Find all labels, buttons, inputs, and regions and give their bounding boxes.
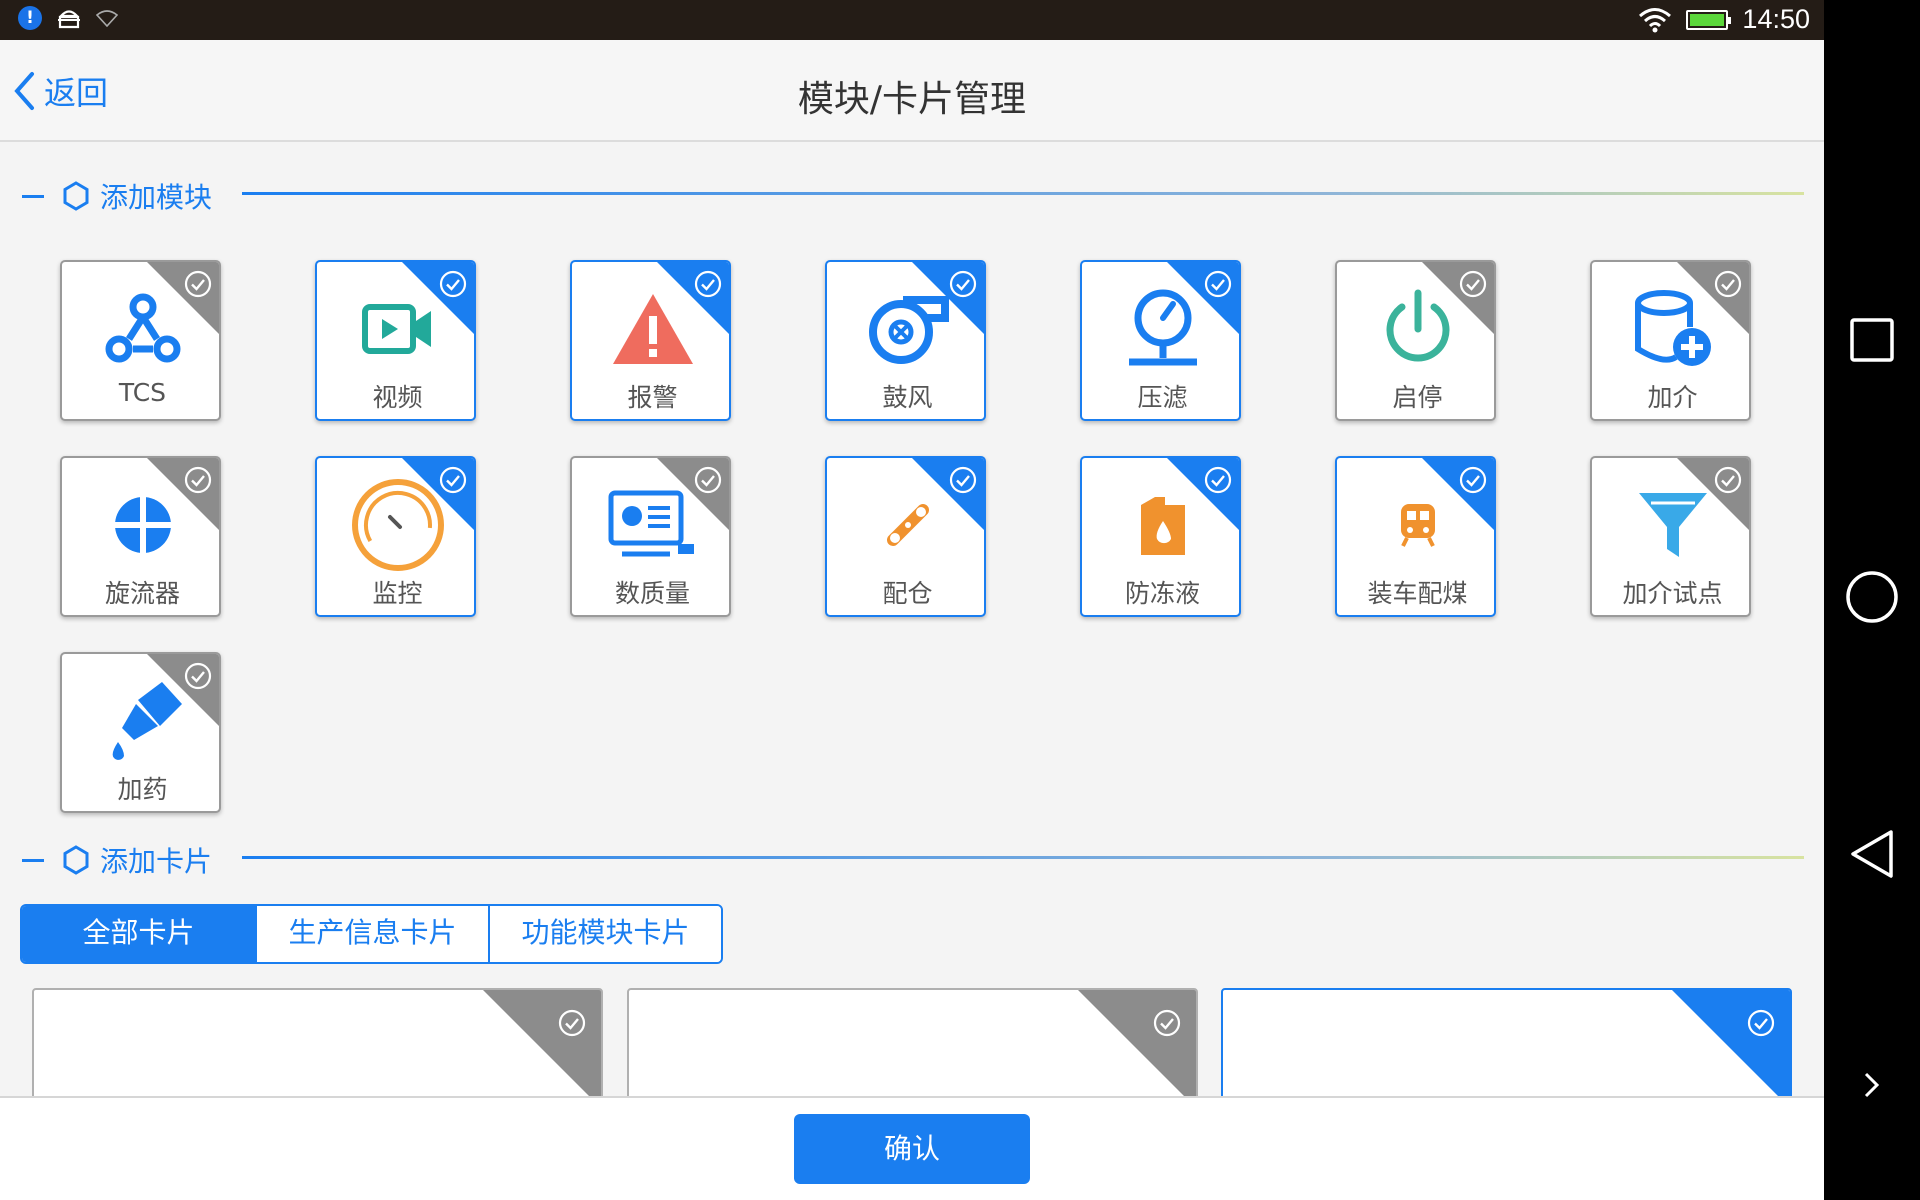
belt-icon: [827, 482, 984, 568]
blower-fan-icon: [827, 286, 984, 372]
check-circle-icon: [557, 1008, 587, 1042]
pressure-gauge-icon: [1082, 286, 1239, 372]
module-tile[interactable]: 鼓风: [825, 260, 986, 421]
module-label: 压滤: [1137, 383, 1188, 412]
module-tile[interactable]: 装车配煤: [1335, 456, 1496, 617]
tab-production-cards[interactable]: 生产信息卡片: [255, 906, 488, 962]
module-tile[interactable]: 加药: [60, 652, 221, 813]
module-label: 配仓: [882, 579, 933, 608]
wifi-icon: [1639, 7, 1672, 32]
module-tile[interactable]: 加介: [1590, 260, 1751, 421]
battery-icon: [1686, 9, 1732, 30]
module-tile[interactable]: 数质量: [570, 456, 731, 617]
system-nav-bar: [1824, 0, 1920, 1200]
module-tile[interactable]: TCS: [60, 260, 221, 421]
module-tile[interactable]: 报警: [570, 260, 731, 421]
confirm-button[interactable]: 确认: [794, 1114, 1030, 1184]
android-icon: [58, 10, 80, 29]
hexagon-icon: [63, 845, 89, 875]
header: 返回 模块/卡片管理: [0, 40, 1824, 142]
section-dash: [22, 858, 44, 862]
tab-function-module-cards[interactable]: 功能模块卡片: [488, 906, 721, 962]
video-camera-icon: [317, 286, 474, 372]
expand-nav-button[interactable]: [1824, 1070, 1920, 1100]
app-screen: 返回 模块/卡片管理 添加模块 TCS 视频 报警 鼓风 压滤 启停 加介旋流器 监控 数质量 配…: [0, 40, 1824, 1200]
module-label: 视频: [372, 383, 423, 412]
tcs-network-icon: [62, 286, 219, 372]
status-left: !: [18, 6, 118, 30]
alert-notification-icon: !: [18, 6, 42, 30]
module-tile[interactable]: 启停: [1335, 260, 1496, 421]
circle-icon: [1846, 571, 1898, 623]
module-label: 加药: [117, 775, 168, 804]
power-icon: [1337, 286, 1494, 372]
module-label: TCS: [118, 378, 167, 407]
data-monitor-icon: [572, 482, 729, 568]
module-tile[interactable]: 压滤: [1080, 260, 1241, 421]
module-label: 加介: [1647, 383, 1698, 412]
tab-all-cards[interactable]: 全部卡片: [22, 906, 255, 962]
module-tile[interactable]: 加介试点: [1590, 456, 1751, 617]
check-circle-icon: [1746, 1008, 1776, 1042]
section-divider-line: [242, 856, 1804, 859]
recent-apps-button[interactable]: [1824, 316, 1920, 364]
card-tabs: 全部卡片 生产信息卡片 功能模块卡片: [20, 904, 723, 964]
dropper-bottle-icon: [62, 678, 219, 764]
module-label: 装车配煤: [1367, 579, 1468, 608]
module-label: 报警: [627, 383, 678, 412]
alarm-warning-icon: [572, 286, 729, 372]
section-dash: [22, 194, 44, 198]
home-button[interactable]: [1824, 570, 1920, 624]
page-title: 模块/卡片管理: [797, 79, 1027, 120]
wifi-question-icon: [96, 10, 118, 27]
module-label: 启停: [1392, 383, 1443, 412]
speedometer-icon: [317, 479, 474, 571]
module-tile[interactable]: 监控: [315, 456, 476, 617]
module-label: 鼓风: [882, 383, 933, 412]
status-bar: ! 14:50: [0, 0, 1824, 40]
chevron-right-icon: [1864, 1072, 1880, 1098]
train-icon: [1337, 482, 1494, 568]
cards-section-label: 添加卡片: [100, 845, 213, 878]
module-label: 防冻液: [1124, 579, 1200, 608]
module-label: 旋流器: [104, 579, 180, 608]
module-tile[interactable]: 防冻液: [1080, 456, 1241, 617]
footer-bar: 确认: [0, 1096, 1824, 1200]
status-right: 14:50: [1638, 4, 1810, 35]
antifreeze-can-icon: [1082, 482, 1239, 568]
cyclone-icon: [62, 482, 219, 568]
hexagon-icon: [63, 181, 89, 211]
clock: 14:50: [1742, 4, 1810, 34]
cards-section-title: 添加卡片: [22, 840, 212, 880]
triangle-back-icon: [1851, 830, 1893, 878]
check-circle-icon: [1152, 1008, 1182, 1042]
modules-section-label: 添加模块: [100, 181, 213, 214]
module-label: 加介试点: [1622, 579, 1723, 608]
section-divider-line: [242, 192, 1804, 195]
module-label: 数质量: [614, 579, 690, 608]
module-tile[interactable]: 视频: [315, 260, 476, 421]
module-tile[interactable]: 配仓: [825, 456, 986, 617]
module-tile[interactable]: 旋流器: [60, 456, 221, 617]
module-label: 监控: [372, 579, 423, 608]
database-add-icon: [1592, 286, 1749, 372]
modules-section-title: 添加模块: [22, 176, 212, 216]
square-icon: [1850, 318, 1894, 362]
filter-funnel-icon: [1592, 482, 1749, 568]
back-nav-button[interactable]: [1824, 828, 1920, 880]
